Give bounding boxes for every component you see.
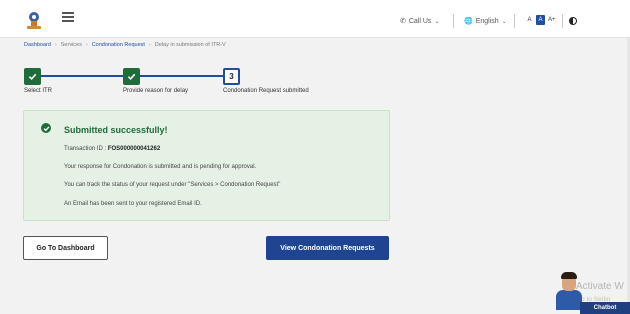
emblem-logo-icon[interactable] [22,8,46,32]
chevron-right-icon: › [85,42,88,48]
step-3-number: 3 [223,68,240,85]
chevron-right-icon: › [148,42,151,48]
font-size-controls: A A A+ [525,15,557,25]
breadcrumb-dashboard[interactable]: Dashboard [24,42,51,48]
phone-icon: ✆ [400,18,406,25]
font-decrease-button[interactable]: A [525,15,534,25]
step-connector [140,75,223,77]
step-2-check-icon [123,68,140,85]
chevron-down-icon: ⌄ [434,18,440,25]
top-header: ✆ Call Us ⌄ 🌐 English ⌄ A A A+ [0,0,630,38]
transaction-id-value: FOS000000041262 [107,146,161,152]
transaction-id-label: Transaction ID : [64,146,107,152]
divider [514,14,515,28]
transaction-id-row: Transaction ID : FOS000000041262 [64,146,160,152]
breadcrumb-current: Delay in submission of ITR-V [154,42,226,48]
track-status-message: You can track the status of your request… [64,182,281,188]
contrast-toggle-icon[interactable] [569,17,577,25]
chevron-down-icon: ⌄ [501,18,507,25]
chatbot-avatar-body [556,290,582,310]
step-connector [41,75,123,77]
go-to-dashboard-button[interactable]: Go To Dashboard [23,236,108,260]
step-1-check-icon [24,68,41,85]
breadcrumb: Dashboard › Services › Condonation Reque… [24,42,226,48]
menu-icon[interactable] [62,12,74,22]
email-sent-message: An Email has been sent to your registere… [64,201,202,207]
call-us-dropdown[interactable]: ✆ Call Us ⌄ [400,17,440,26]
view-condonation-requests-button[interactable]: View Condonation Requests [266,236,389,260]
chatbot-widget[interactable]: Chatbot [550,272,630,314]
pending-message: Your response for Condonation is submitt… [64,164,257,170]
language-dropdown[interactable]: 🌐 English ⌄ [464,17,507,26]
step-2-label: Provide reason for delay [123,88,189,94]
divider [453,14,454,28]
breadcrumb-condonation-request[interactable]: Condonation Request [92,42,145,48]
chatbot-label[interactable]: Chatbot [580,302,630,314]
breadcrumb-services[interactable]: Services [61,42,82,48]
success-panel: Submitted successfully! Transaction ID :… [23,110,390,221]
call-us-label: Call Us [408,17,432,25]
success-title: Submitted successfully! [64,125,168,135]
font-normal-button[interactable]: A [536,15,545,25]
success-check-icon [41,123,51,133]
language-label: English [475,17,499,25]
font-increase-button[interactable]: A+ [547,15,557,25]
chevron-right-icon: › [54,42,57,48]
globe-icon: 🌐 [464,18,473,25]
divider [562,14,563,28]
step-3-label: Condonation Request submitted [223,88,309,94]
step-1-label: Select ITR [24,88,53,94]
chatbot-avatar-hair [561,272,577,279]
